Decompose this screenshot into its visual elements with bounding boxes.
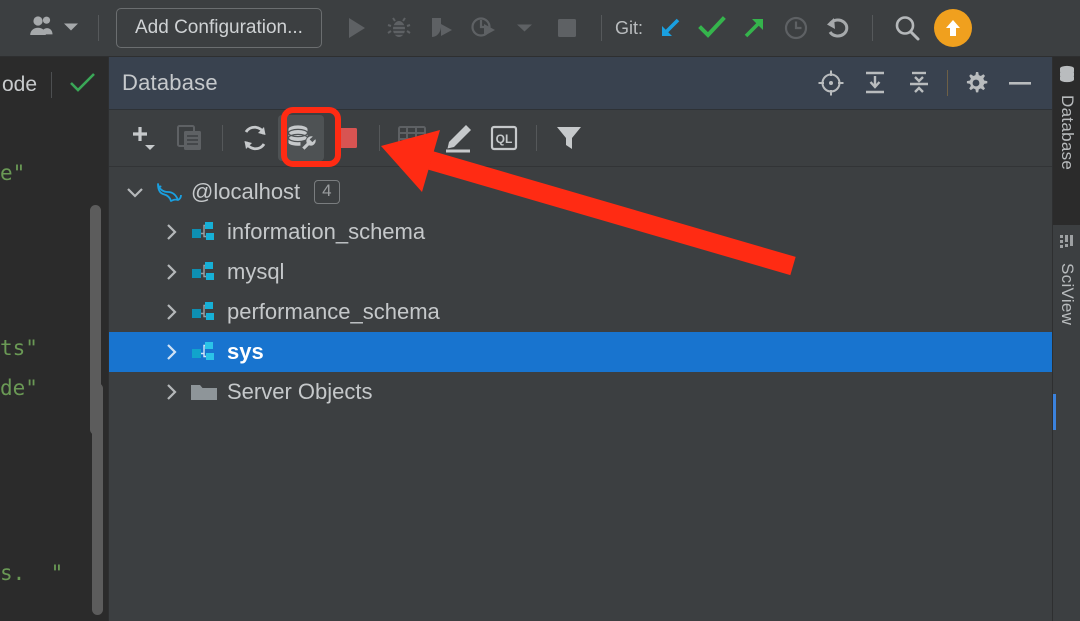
add-new-button[interactable]: [121, 115, 167, 161]
debug-button[interactable]: [378, 7, 420, 49]
schema-icon: [185, 260, 223, 284]
code-line: s. ": [0, 561, 63, 585]
code-line: e": [0, 161, 25, 185]
toolbar-divider: [222, 125, 223, 151]
tree-row[interactable]: information_schema: [109, 212, 1052, 252]
chevron-down-icon: [63, 19, 79, 37]
chevron-right-icon[interactable]: [157, 263, 185, 281]
run-button[interactable]: [336, 7, 378, 49]
tree-row-label: Server Objects: [227, 379, 373, 405]
schema-icon: [185, 220, 223, 244]
filter-funnel-button[interactable]: [546, 115, 592, 161]
minimize-icon[interactable]: [998, 61, 1042, 105]
avatar[interactable]: [934, 9, 972, 47]
folder-icon: [185, 381, 223, 403]
chevron-down-icon[interactable]: [121, 186, 149, 198]
stop-button[interactable]: [546, 7, 588, 49]
database-tree[interactable]: @localhost 4 information_schema: [109, 167, 1052, 621]
sciview-grid-icon: [1058, 233, 1076, 256]
tree-row-label: information_schema: [227, 219, 425, 245]
profile-button[interactable]: [462, 7, 504, 49]
header-divider: [947, 70, 948, 96]
git-update-project-button[interactable]: [649, 7, 691, 49]
tree-row[interactable]: mysql: [109, 252, 1052, 292]
rail-tab-label: SciView: [1057, 263, 1077, 325]
edit-pencil-button[interactable]: [435, 115, 481, 161]
jump-to-table-button[interactable]: [389, 115, 435, 161]
tree-row-label: mysql: [227, 259, 284, 285]
rail-tab-label: Database: [1057, 95, 1077, 170]
refresh-button[interactable]: [232, 115, 278, 161]
tree-row-selected[interactable]: sys: [109, 332, 1052, 372]
tree-row[interactable]: @localhost 4: [109, 172, 1052, 212]
database-panel-header: Database: [109, 57, 1052, 110]
git-commit-button[interactable]: [691, 7, 733, 49]
tree-row-label: sys: [227, 339, 264, 365]
breadcrumb: ode: [2, 73, 37, 97]
ide-window: Add Configuration...: [0, 0, 1080, 621]
toolbar-divider-2: [601, 15, 602, 41]
git-label: Git:: [615, 18, 643, 39]
people-icon: [28, 14, 56, 43]
database-header-actions: [809, 61, 1052, 105]
main-toolbar: Add Configuration...: [0, 0, 1080, 57]
database-toolbar: QL: [109, 110, 1052, 167]
code-line: de": [0, 376, 38, 400]
tree-row[interactable]: Server Objects: [109, 372, 1052, 412]
chevron-right-icon[interactable]: [157, 343, 185, 361]
inspection-checkmark-icon[interactable]: [68, 70, 98, 101]
ql-console-button[interactable]: QL: [481, 115, 527, 161]
tree-row-label: @localhost: [191, 179, 300, 205]
toolbar-divider: [98, 15, 99, 41]
rail-tab-database[interactable]: Database: [1053, 57, 1080, 225]
toolbar-divider-3: [536, 125, 537, 151]
editor-breadcrumb-bar: ode: [0, 57, 108, 113]
svg-text:QL: QL: [496, 132, 513, 146]
search-everywhere-button[interactable]: [886, 7, 928, 49]
people-selector-button[interactable]: [22, 10, 85, 47]
chevron-right-icon[interactable]: [157, 303, 185, 321]
collapse-all-icon[interactable]: [897, 61, 941, 105]
run-configuration-selector[interactable]: Add Configuration...: [116, 8, 322, 48]
tree-row[interactable]: performance_schema: [109, 292, 1052, 332]
mysql-dolphin-icon: [149, 179, 187, 205]
profile-dropdown-button[interactable]: [504, 7, 546, 49]
rail-tab-sciview[interactable]: SciView: [1053, 225, 1080, 385]
database-tool-window: Database: [108, 57, 1052, 621]
rail-active-indicator: [1053, 394, 1056, 430]
toolbar-divider-2: [379, 125, 380, 151]
schema-icon: [185, 340, 223, 364]
run-with-coverage-button[interactable]: [420, 7, 462, 49]
git-push-button[interactable]: [733, 7, 775, 49]
git-rollback-button[interactable]: [817, 7, 859, 49]
database-cylinder-icon: [1058, 65, 1076, 88]
expand-all-icon[interactable]: [853, 61, 897, 105]
right-tool-rail: Database SciView: [1052, 57, 1080, 621]
tree-row-label: performance_schema: [227, 299, 440, 325]
toolbar-divider-3: [872, 15, 873, 41]
database-tools-wrench-button[interactable]: [278, 115, 324, 161]
tree-scrollbar[interactable]: [90, 205, 101, 435]
git-history-button[interactable]: [775, 7, 817, 49]
stop-refresh-button[interactable]: [324, 115, 370, 161]
settings-gear-icon[interactable]: [954, 61, 998, 105]
schema-icon: [185, 300, 223, 324]
scroll-from-source-icon[interactable]: [809, 61, 853, 105]
code-line: ts": [0, 336, 38, 360]
status-badge: 4: [314, 180, 339, 204]
breadcrumb-divider: [51, 72, 52, 98]
chevron-right-icon[interactable]: [157, 223, 185, 241]
duplicate-button[interactable]: [167, 115, 213, 161]
chevron-right-icon[interactable]: [157, 383, 185, 401]
page-title: Database: [122, 70, 218, 96]
